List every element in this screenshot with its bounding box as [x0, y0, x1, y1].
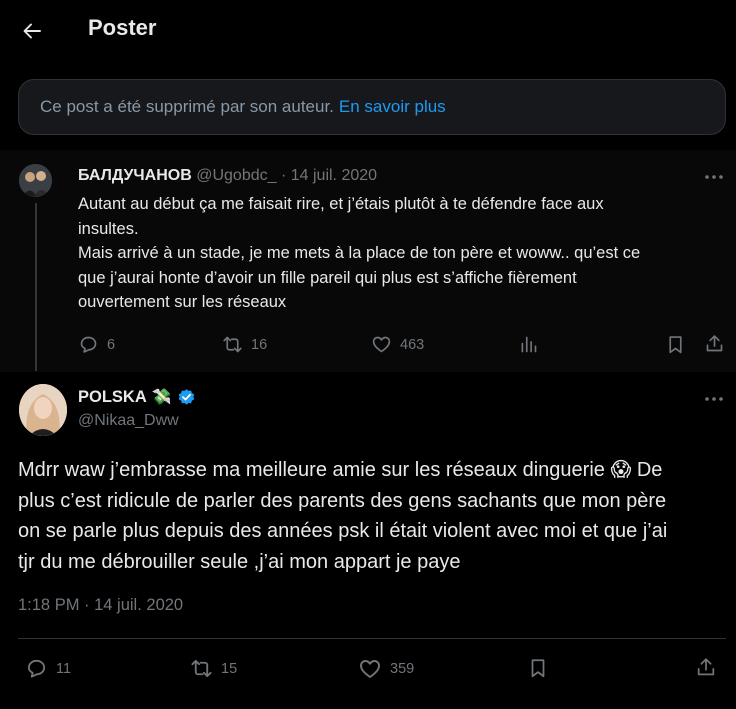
- more-options-icon[interactable]: [703, 169, 725, 185]
- verified-badge-icon[interactable]: [177, 388, 196, 407]
- reply-text-line: insultes.: [78, 219, 139, 238]
- like-count: 359: [390, 661, 415, 677]
- avatar[interactable]: [19, 164, 52, 197]
- post-author-handle[interactable]: @Nikaa_Dww: [78, 412, 179, 430]
- avatar[interactable]: [19, 384, 67, 436]
- reply-text-line: que j’aurai honte d’avoir un fille parei…: [78, 268, 577, 287]
- divider: [18, 638, 726, 639]
- repost-icon: [191, 659, 212, 678]
- post-author-name[interactable]: POLSKA: [78, 388, 147, 407]
- money-emoji: 💸: [151, 389, 172, 406]
- views-chart-icon[interactable]: [518, 334, 539, 355]
- repost-count: 15: [221, 660, 238, 677]
- post-text-line: tjr du me débrouiller seule ,j’ai mon ap…: [18, 550, 461, 573]
- reply-author-name[interactable]: БАЛДУЧАНОВ: [78, 167, 192, 184]
- heart-icon: [372, 336, 391, 353]
- post-text-line: Mdrr waw j’embrasse ma meilleure amie su…: [18, 459, 663, 481]
- like-count: 463: [400, 336, 425, 353]
- reply-text: Autant au début ça me faisait rire, et j…: [78, 192, 708, 315]
- reply-reply-button[interactable]: 6: [78, 334, 115, 355]
- post-reply-button[interactable]: 11: [25, 657, 71, 680]
- more-options-icon[interactable]: [703, 391, 725, 407]
- post-text-line: on se parle plus depuis des années psk i…: [18, 520, 668, 542]
- comment-icon: [27, 659, 46, 678]
- post-timestamp[interactable]: 1:18 PM · 14 juil. 2020: [18, 596, 183, 615]
- post-text-line: plus c’est ridicule de parler des parent…: [18, 489, 667, 512]
- page-title: Poster: [88, 15, 157, 40]
- post-author[interactable]: POLSKA 💸: [78, 387, 196, 407]
- back-arrow-icon[interactable]: [20, 19, 44, 43]
- reply-text-line: Mais arrivé à un stade, je me mets à la …: [78, 244, 641, 262]
- repost-count: 16: [251, 336, 268, 353]
- share-icon[interactable]: [704, 333, 725, 354]
- reply-like-button[interactable]: 463: [371, 334, 424, 355]
- reply-author[interactable]: БАЛДУЧАНОВ @Ugobdc_ · 14 juil. 2020: [78, 167, 377, 185]
- learn-more-link[interactable]: En savoir plus: [339, 97, 446, 117]
- reply-count: 11: [56, 660, 72, 677]
- top-bar: Poster: [0, 0, 736, 62]
- reply-text-line: ouvertement sur les réseaux: [78, 293, 287, 311]
- reply-text-line: Autant au début ça me faisait rire, et j…: [78, 195, 604, 213]
- heart-icon: [360, 660, 380, 678]
- reply-author-handle[interactable]: @Ugobdc_: [196, 167, 276, 184]
- post-text: Mdrr waw j’embrasse ma meilleure amie su…: [18, 455, 723, 577]
- share-icon[interactable]: [695, 656, 717, 678]
- deleted-post-notice: Ce post a été supprimé par son auteur. E…: [18, 79, 726, 135]
- post-repost-button[interactable]: 15: [190, 657, 237, 680]
- bookmark-icon[interactable]: [665, 334, 686, 355]
- reply-count: 6: [107, 336, 116, 353]
- thread-line: [35, 203, 37, 371]
- comment-icon: [80, 336, 97, 353]
- reply-repost-button[interactable]: 16: [222, 334, 267, 355]
- post-like-button[interactable]: 359: [358, 657, 414, 681]
- reply-date[interactable]: · 14 juil. 2020: [281, 167, 377, 184]
- repost-icon: [223, 336, 242, 353]
- deleted-notice-text: Ce post a été supprimé par son auteur.: [40, 97, 334, 116]
- bookmark-icon[interactable]: [527, 657, 549, 679]
